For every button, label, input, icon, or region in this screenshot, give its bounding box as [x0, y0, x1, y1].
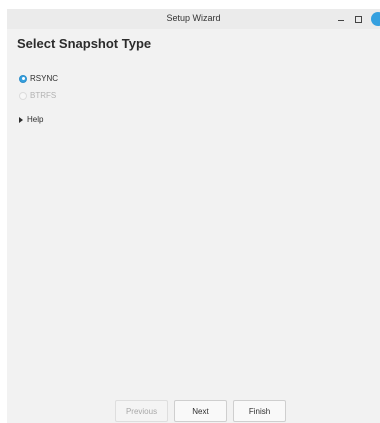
previous-button: Previous	[115, 400, 168, 422]
page-title: Select Snapshot Type	[17, 36, 152, 51]
maximize-button[interactable]	[350, 11, 366, 27]
maximize-icon	[354, 15, 362, 23]
close-button[interactable]	[371, 12, 380, 26]
minimize-icon	[338, 20, 344, 21]
window-title: Setup Wizard	[166, 13, 221, 23]
btrfs-label: BTRFS	[30, 91, 57, 100]
help-label: Help	[27, 115, 44, 124]
rsync-label: RSYNC	[30, 74, 59, 83]
minimize-button[interactable]	[333, 11, 349, 27]
next-button[interactable]: Next	[174, 400, 227, 422]
radio-unchecked-icon	[19, 91, 27, 100]
snapshot-type-btrfs-option: BTRFS	[19, 91, 56, 100]
setup-wizard-window: Setup Wizard Select Snapshot Type RSYNC …	[7, 9, 380, 423]
help-expander[interactable]: Help	[19, 115, 43, 124]
finish-button[interactable]: Finish	[233, 400, 286, 422]
expand-triangle-icon	[19, 116, 23, 123]
snapshot-type-rsync-option[interactable]: RSYNC	[19, 74, 58, 83]
radio-checked-icon[interactable]	[19, 74, 27, 83]
radio-dot	[21, 77, 25, 80]
title-bar[interactable]: Setup Wizard	[7, 9, 380, 29]
